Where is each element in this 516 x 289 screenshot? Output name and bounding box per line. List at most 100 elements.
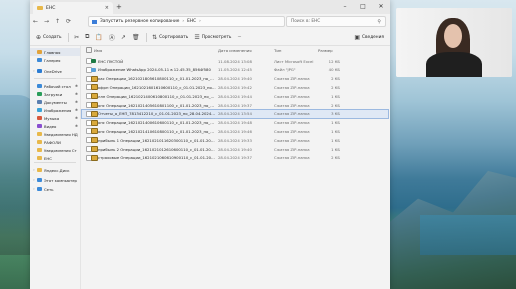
sidebar-item[interactable]: РАФОЛИ: [30, 138, 80, 146]
pin-icon[interactable]: ✱: [75, 84, 78, 88]
share-button[interactable]: ↗: [121, 34, 126, 41]
tab-ens[interactable]: ЕНС ×: [33, 2, 113, 14]
file-type: Сжатая ZIP-папка: [274, 76, 310, 82]
file-date: 28.04.2024 13:54: [218, 111, 252, 117]
pin-icon[interactable]: ✱: [75, 92, 78, 96]
tab-close-icon[interactable]: ×: [105, 5, 109, 11]
sidebar-item[interactable]: Изображения ✱: [30, 106, 80, 114]
delete-button[interactable]: 🗑: [132, 34, 140, 41]
details-label: Сведения: [362, 34, 384, 40]
file-row[interactable]: прибыль 1 Операции_1621021011620300110_c…: [82, 136, 388, 144]
sidebar-item[interactable]: ЕНС: [30, 154, 80, 162]
file-row[interactable]: прибыль 2 Операции_1621021012610600110_c…: [82, 145, 388, 153]
chevron-right-icon[interactable]: ›: [32, 69, 36, 73]
sidebar-item[interactable]: › OneDrive: [30, 67, 80, 75]
minimize-button[interactable]: –: [336, 0, 354, 14]
copy-button[interactable]: ⧉: [85, 33, 89, 41]
sidebar-item-label: Галерея: [44, 57, 61, 63]
column-type[interactable]: Тип: [274, 48, 281, 53]
zip-file-icon: [91, 102, 98, 108]
file-row[interactable]: страховые Операции_1621021060610900110_c…: [82, 154, 388, 162]
cut-button[interactable]: ✂: [74, 34, 79, 41]
file-row[interactable]: кас Операции_1621021805610800110_c_01.01…: [82, 75, 388, 83]
file-row[interactable]: опс Операции_1621021410610800110_c_01.01…: [82, 127, 388, 135]
pin-icon[interactable]: ✱: [75, 100, 78, 104]
wallpaper-water: [420, 215, 516, 255]
file-name: опс Операции_1621021410610800110_c_01.01…: [98, 128, 216, 134]
folder-icon: [37, 132, 42, 136]
forward-button[interactable]: →: [41, 18, 52, 25]
breadcrumb-backup[interactable]: Запустить резервное копирование: [100, 19, 179, 24]
zip-file-icon: [91, 137, 98, 144]
chevron-right-icon[interactable]: ›: [32, 168, 36, 172]
file-row[interactable]: Отчеты_о_ЕНП_7813412210_c_01.01.2023_по_…: [81, 108, 389, 119]
column-name[interactable]: Имя: [94, 48, 102, 53]
new-button[interactable]: ⊕ Создать: [36, 34, 62, 41]
file-size: 1 КБ: [331, 93, 340, 99]
file-name: кфрп Операции_1621021601610600110_c_01.0…: [98, 84, 216, 90]
navigation-bar: ← → ↑ ⟳ Запустить резервное копирование …: [30, 14, 390, 28]
file-size: 2 КБ: [331, 84, 340, 90]
sidebar-item[interactable]: Загрузки ✱: [30, 90, 80, 98]
divider: [67, 32, 69, 42]
file-size: 1 КБ: [331, 146, 340, 152]
new-tab-button[interactable]: +: [116, 3, 122, 11]
file-date: 28.04.2024 19:40: [218, 146, 252, 152]
file-row[interactable]: онс Операции_1621021400610600110_c_01.01…: [82, 119, 388, 127]
sidebar-item[interactable]: › Сеть: [30, 185, 80, 193]
window-controls: – □ ✕: [336, 0, 390, 14]
chevron-right-icon[interactable]: ›: [32, 187, 36, 191]
view-button[interactable]: ☰ Просмотреть: [194, 34, 231, 41]
chevron-right-icon[interactable]: ›: [32, 178, 36, 182]
file-row[interactable]: кфрп Операции_1621021601610600110_c_01.0…: [82, 83, 388, 91]
paste-button[interactable]: 📋: [95, 34, 102, 41]
file-date: 28.04.2024 19:46: [218, 128, 252, 134]
select-all-checkbox[interactable]: [86, 47, 92, 53]
up-button[interactable]: ↑: [52, 18, 63, 25]
details-button[interactable]: ▣ Сведения: [354, 34, 384, 41]
sidebar-item[interactable]: Музыка ✱: [30, 114, 80, 122]
file-size: 1 КБ: [331, 120, 340, 126]
back-button[interactable]: ←: [30, 18, 41, 25]
file-name: страховые Операции_1621021060610900110_c…: [98, 155, 216, 161]
file-date: 28.04.2024 19:37: [218, 155, 252, 161]
close-button[interactable]: ✕: [372, 0, 390, 14]
sidebar-item[interactable]: Уведомления Ст: [30, 146, 80, 154]
folder-icon: [37, 156, 42, 160]
maximize-button[interactable]: □: [354, 0, 372, 14]
sidebar-item-label: Яндекс.Диск: [44, 167, 70, 173]
cloud-icon: [37, 69, 42, 73]
zip-file-icon: [91, 128, 98, 135]
address-bar[interactable]: Запустить резервное копирование › ЕНС ›: [88, 16, 285, 27]
sidebar-item[interactable]: Главная: [30, 48, 80, 56]
column-date[interactable]: Дата изменения: [218, 48, 252, 53]
sort-button[interactable]: ⇅ Сортировать: [152, 34, 188, 41]
file-row[interactable]: Изображение WhatsApp 2024-05-11 в 12.45.…: [82, 66, 388, 74]
pin-icon[interactable]: ✱: [75, 116, 78, 120]
yandex-disk-icon: [37, 168, 42, 172]
refresh-button[interactable]: ⟳: [63, 18, 74, 25]
music-icon: [37, 116, 42, 120]
sidebar-item[interactable]: › Яндекс.Диск: [30, 166, 80, 174]
file-row[interactable]: ЕНС ПУСТОЙ 11.08.2024 13:08 Лист Microsoft…: [82, 57, 388, 65]
file-row[interactable]: онс Операции_1621021405610801100_c_01.01…: [82, 101, 388, 109]
file-date: 11.08.2024 13:08: [218, 58, 252, 64]
file-date: 28.04.2024 19:40: [218, 76, 252, 82]
pin-icon[interactable]: ✱: [75, 108, 78, 112]
sidebar-item[interactable]: Документы ✱: [30, 98, 80, 106]
search-input[interactable]: Поиск в: ЕНС ⚲: [286, 16, 386, 27]
pin-icon[interactable]: ✱: [75, 124, 78, 128]
rename-icon: Ⓐ: [108, 34, 115, 42]
sidebar-item[interactable]: Уведомления НД: [30, 130, 80, 138]
sidebar-item[interactable]: Видео ✱: [30, 122, 80, 130]
sidebar-item[interactable]: Галерея: [30, 56, 80, 64]
file-row[interactable]: ллп Операции_1621021400610800110_c_01.01…: [82, 92, 388, 100]
column-size[interactable]: Размер: [318, 48, 333, 53]
sidebar-item[interactable]: › Этот компьютер: [30, 176, 80, 184]
sidebar-item-label: Изображения: [44, 107, 72, 113]
navigation-pane: Главная Галерея › OneDrive Рабочий стол ✱ Загр…: [30, 46, 81, 289]
more-button[interactable]: ···: [237, 35, 241, 40]
breadcrumb-ens[interactable]: ЕНС: [187, 19, 196, 24]
rename-button[interactable]: Ⓐ: [109, 33, 115, 42]
sidebar-item[interactable]: Рабочий стол ✱: [30, 82, 80, 90]
